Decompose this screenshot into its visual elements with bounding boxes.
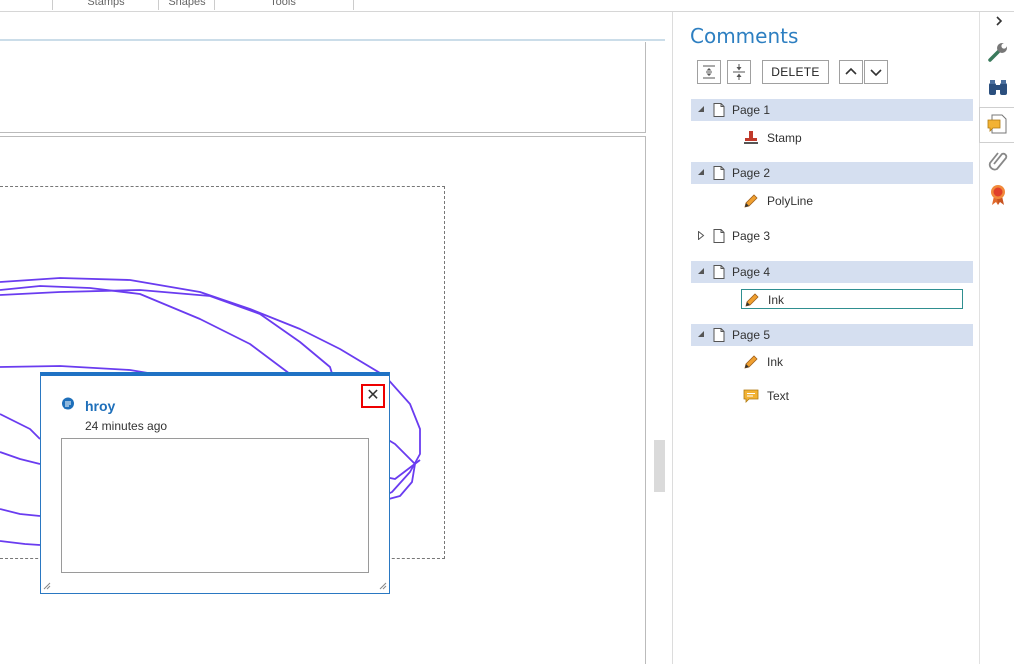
- ribbon-separator: [214, 0, 215, 10]
- badge-icon[interactable]: [986, 182, 1010, 206]
- chevron-up-icon: [845, 67, 857, 75]
- ink-stroke: [0, 413, 41, 440]
- comment-author: hroy: [85, 398, 116, 414]
- comment-bubble-icon: [62, 397, 74, 410]
- resize-grip-icon[interactable]: [43, 582, 51, 590]
- page-label: Page 5: [732, 328, 771, 342]
- ink-stroke: [0, 508, 41, 517]
- comments-panel: Comments DELETE Page 1 Stamp Page 2 Poly…: [672, 12, 979, 664]
- comment-popup[interactable]: hroy 24 minutes ago ✕: [40, 372, 390, 594]
- comment-text-area[interactable]: [61, 438, 369, 573]
- previous-comment-button[interactable]: [839, 60, 863, 84]
- expanded-triangle-icon[interactable]: [697, 168, 705, 176]
- collapse-all-icon: [733, 64, 745, 80]
- page-icon: [713, 265, 725, 279]
- paperclip-icon[interactable]: [986, 148, 1010, 172]
- ribbon-separator: [158, 0, 159, 10]
- tree-item-stamp[interactable]: Stamp: [741, 128, 963, 148]
- tree-item-text[interactable]: Text: [741, 386, 963, 406]
- expand-all-button[interactable]: [697, 60, 721, 84]
- tree-item-ink[interactable]: Ink: [741, 352, 963, 372]
- expanded-triangle-icon[interactable]: [697, 105, 705, 113]
- tree-page-3[interactable]: Page 3: [691, 225, 973, 247]
- ribbon-group-tools[interactable]: Tools: [266, 0, 300, 8]
- page-icon: [713, 328, 725, 342]
- scrollbar-thumb[interactable]: [654, 440, 665, 492]
- page-icon: [713, 229, 725, 243]
- page-label: Page 3: [732, 229, 771, 243]
- ribbon-group-shapes[interactable]: Shapes: [166, 0, 208, 8]
- page-label: Page 2: [732, 166, 771, 180]
- page-label: Page 4: [732, 265, 771, 279]
- item-label: Text: [767, 389, 790, 403]
- comments-icon[interactable]: [986, 112, 1010, 136]
- comment-timestamp: 24 minutes ago: [85, 419, 168, 433]
- ribbon: Stamps Shapes Tools: [0, 0, 1014, 12]
- wrench-icon[interactable]: [986, 40, 1010, 64]
- expanded-triangle-icon[interactable]: [697, 330, 705, 338]
- ribbon-group-stamps[interactable]: Stamps: [86, 0, 126, 8]
- next-comment-button[interactable]: [864, 60, 888, 84]
- ribbon-separator: [353, 0, 354, 10]
- item-label: PolyLine: [767, 194, 814, 208]
- resize-grip-icon[interactable]: [379, 582, 387, 590]
- tree-item-ink-selected[interactable]: Ink: [741, 289, 963, 309]
- tree-page-5[interactable]: Page 5: [691, 324, 973, 346]
- pencil-icon: [745, 293, 759, 307]
- expanded-triangle-icon[interactable]: [697, 267, 705, 275]
- tree-item-polyline[interactable]: PolyLine: [741, 191, 963, 211]
- chevron-down-icon: [870, 69, 882, 77]
- stamp-icon: [744, 131, 758, 144]
- ink-stroke: [0, 540, 41, 546]
- item-label: Ink: [767, 355, 784, 369]
- delete-button[interactable]: DELETE: [762, 60, 829, 84]
- tree-page-4[interactable]: Page 4: [691, 261, 973, 283]
- close-icon: ✕: [366, 387, 380, 404]
- tree-page-1[interactable]: Page 1: [691, 99, 973, 121]
- vertical-scrollbar[interactable]: [652, 52, 666, 664]
- ribbon-separator: [52, 0, 53, 10]
- chevron-right-icon[interactable]: [992, 14, 1006, 28]
- tool-rail: [979, 12, 1014, 664]
- collapse-all-button[interactable]: [727, 60, 751, 84]
- page-icon: [713, 103, 725, 117]
- close-popup-button[interactable]: ✕: [361, 384, 385, 408]
- text-note-icon: [743, 389, 759, 403]
- tree-page-2[interactable]: Page 2: [691, 162, 973, 184]
- item-label: Stamp: [767, 131, 802, 145]
- pencil-icon: [744, 194, 758, 208]
- page-icon: [713, 166, 725, 180]
- page-label: Page 1: [732, 103, 771, 117]
- expand-all-icon: [703, 65, 715, 79]
- collapsed-triangle-icon[interactable]: [697, 231, 705, 240]
- ink-stroke: [0, 451, 41, 465]
- pencil-icon: [744, 355, 758, 369]
- panel-title: Comments: [690, 24, 799, 48]
- item-label: Ink: [768, 293, 785, 307]
- binoculars-icon[interactable]: [986, 76, 1010, 100]
